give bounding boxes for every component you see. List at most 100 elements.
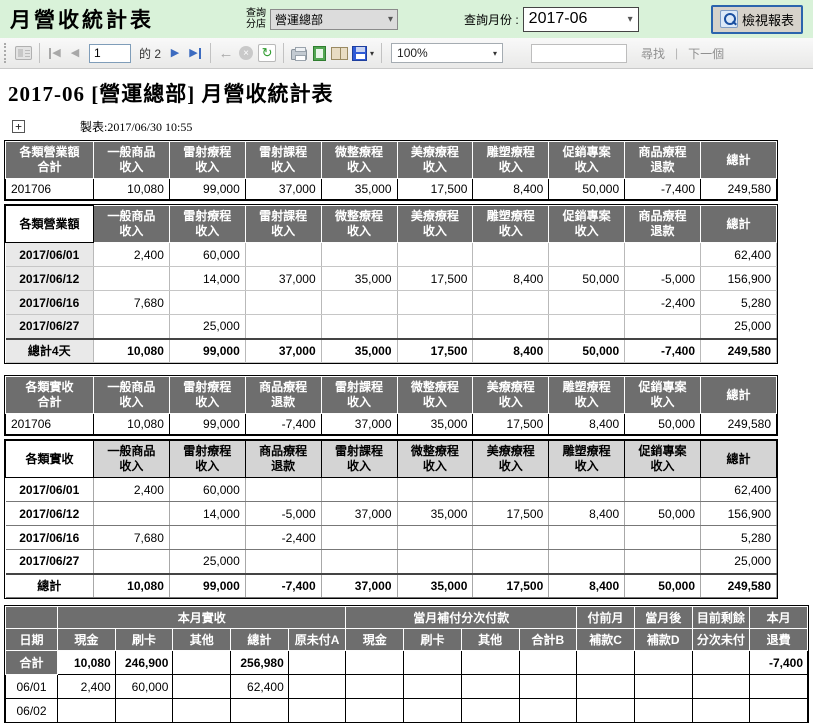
cell-value: 17,500	[473, 502, 549, 526]
last-page-button[interactable]: ▶	[185, 42, 205, 64]
find-next-link[interactable]: 下一個	[688, 45, 724, 62]
column-header: 雷射療程 收入	[169, 142, 245, 179]
table-row: 2017/06/167,680-2,4005,280	[6, 291, 777, 315]
month-query-label: 查詢月份 :	[464, 11, 519, 28]
cell-value	[692, 699, 750, 723]
cell-value	[577, 675, 635, 699]
zoom-value: 100%	[397, 46, 428, 60]
export-button[interactable]: ▾	[350, 42, 376, 64]
column-header: 雕塑療程 收入	[473, 142, 549, 179]
cell-value	[549, 315, 625, 339]
cell-value	[94, 315, 170, 339]
column-header: 促銷專案 收入	[625, 377, 701, 414]
table-row: 2017/06/1214,000-5,00037,00035,00017,500…	[6, 502, 777, 526]
page-number-input[interactable]	[89, 44, 131, 63]
column-header: 總計	[701, 377, 777, 414]
link-separator: |	[675, 46, 678, 60]
cell-value	[321, 315, 397, 339]
cell-value: 50,000	[549, 267, 625, 291]
branch-query-label: 查詢 分店	[246, 8, 266, 30]
cell-value: 99,000	[169, 339, 245, 363]
payments-table: 本月實收 當月補付分次付款 付前月 當月後 目前剩餘 本月 日期 現金 刷卡 其…	[5, 606, 808, 723]
cell-value: 62,400	[701, 243, 777, 267]
cell-value	[473, 550, 549, 574]
cell-value: -7,400	[625, 179, 701, 200]
cell-value: 10,080	[94, 339, 170, 363]
cell-value	[625, 550, 701, 574]
next-page-button[interactable]: ▶	[165, 42, 185, 64]
cell-value	[750, 699, 808, 723]
find-link[interactable]: 尋找	[641, 45, 665, 62]
cell-value	[397, 315, 473, 339]
table-row: 20170610,08099,000-7,40037,00035,00017,5…	[6, 414, 777, 435]
column-header: 各類實收	[6, 441, 94, 478]
cell-value: 156,900	[701, 502, 777, 526]
toolbar-separator	[381, 43, 382, 63]
cell-value: 249,580	[701, 179, 777, 200]
cell-value	[94, 267, 170, 291]
column-header: 各類實收 合計	[6, 377, 94, 414]
find-text-input[interactable]	[531, 44, 627, 63]
view-report-button[interactable]: 檢視報表	[711, 5, 803, 34]
column-header: 總計	[231, 629, 289, 651]
cell-value: 25,000	[169, 315, 245, 339]
cell-value	[321, 550, 397, 574]
report-title: 2017-06 [營運總部] 月營收統計表	[8, 78, 813, 108]
row-label: 合計	[6, 651, 58, 675]
cell-value	[397, 526, 473, 550]
row-label: 2017/06/16	[6, 291, 94, 315]
toolbar-grip[interactable]	[4, 43, 8, 63]
column-header: 一般商品 收入	[94, 142, 170, 179]
stop-button[interactable]: ×	[236, 42, 256, 64]
column-header: 雷射課程 收入	[245, 142, 321, 179]
cell-value: 14,000	[169, 267, 245, 291]
cell-value: 17,500	[473, 574, 549, 598]
first-page-button[interactable]: ◀	[45, 42, 65, 64]
print-layout-button[interactable]	[309, 42, 329, 64]
cell-value: 25,000	[701, 550, 777, 574]
cell-value	[321, 291, 397, 315]
cell-value	[245, 243, 321, 267]
cell-value	[692, 651, 750, 675]
cell-value: 37,000	[321, 414, 397, 435]
branch-select[interactable]: 營運總部 ▾	[270, 9, 398, 30]
print-button[interactable]	[289, 42, 309, 64]
column-header: 補款C	[577, 629, 635, 651]
column-header: 一般商品 收入	[94, 441, 170, 478]
column-group-header: 付前月	[577, 607, 635, 629]
cell-value	[549, 291, 625, 315]
row-label: 2017/06/27	[6, 315, 94, 339]
page-setup-button[interactable]	[329, 42, 350, 64]
cell-value	[461, 699, 519, 723]
group-header-row: 本月實收 當月補付分次付款 付前月 當月後 目前剩餘 本月	[6, 607, 808, 629]
table-row: 總計10,08099,000-7,40037,00035,00017,5008,…	[6, 574, 777, 598]
column-header: 一般商品 收入	[94, 206, 170, 243]
cell-value: 17,500	[397, 339, 473, 363]
column-header: 美療療程 收入	[397, 206, 473, 243]
expand-toggle-icon[interactable]: +	[12, 120, 25, 133]
refresh-button[interactable]: ↻	[256, 42, 278, 64]
cell-value	[169, 291, 245, 315]
table-row: 2017/06/2725,00025,000	[6, 550, 777, 574]
column-header: 日期	[6, 629, 58, 651]
cell-value	[288, 699, 346, 723]
cell-value: 60,000	[169, 478, 245, 502]
column-header: 一般商品 收入	[94, 377, 170, 414]
cell-value	[461, 651, 519, 675]
cell-value	[346, 699, 404, 723]
cell-value: 25,000	[169, 550, 245, 574]
column-header: 其他	[461, 629, 519, 651]
document-map-button[interactable]	[13, 42, 34, 64]
column-group-header: 目前剩餘	[692, 607, 750, 629]
cell-value: 99,000	[169, 574, 245, 598]
printer-icon	[291, 49, 307, 60]
previous-page-button[interactable]: ◀	[65, 42, 85, 64]
magnifier-document-icon	[720, 10, 738, 28]
back-button[interactable]: ←	[216, 42, 236, 64]
zoom-select[interactable]: 100% ▾	[391, 43, 503, 63]
month-select[interactable]: 2017-06 ▾	[523, 7, 639, 32]
save-disk-icon	[352, 46, 367, 61]
cell-value: 60,000	[169, 243, 245, 267]
cell-value: 35,000	[321, 339, 397, 363]
sales-summary-table: 各類營業額 合計 一般商品 收入 雷射療程 收入 雷射課程 收入 微整療程 收入…	[5, 141, 777, 200]
